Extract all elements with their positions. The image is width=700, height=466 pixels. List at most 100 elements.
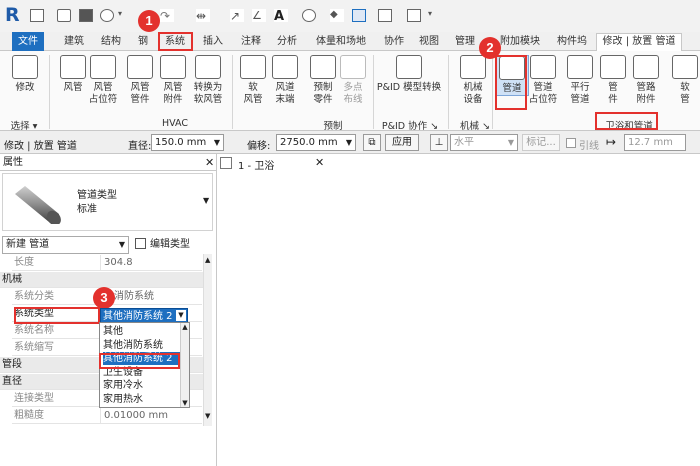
- pipe-accessory-icon: [633, 55, 659, 79]
- button-label-line1: 机械: [463, 82, 483, 93]
- offset-input[interactable]: 2750.0 mm ▼: [276, 134, 356, 151]
- revit-logo[interactable]: R: [5, 4, 25, 26]
- grid-icon[interactable]: [30, 9, 44, 22]
- dropdown-option[interactable]: 家用冷水: [103, 379, 181, 392]
- switch-window-icon[interactable]: [407, 9, 421, 22]
- pipe-fitting-button[interactable]: 管件: [596, 55, 630, 106]
- dropdown-scrollbar[interactable]: ▲ ▼: [180, 323, 189, 407]
- offset-label: 偏移:: [247, 141, 271, 152]
- thin-lines-icon[interactable]: [352, 9, 366, 22]
- duct-accessory-button[interactable]: 风管 附件: [156, 55, 190, 106]
- dimension-icon[interactable]: ↗: [230, 9, 244, 23]
- button-label-line1: 预制: [313, 82, 333, 93]
- tab-8[interactable]: 体量和场地: [312, 34, 370, 50]
- scroll-up-icon[interactable]: ▲: [181, 323, 189, 331]
- customize-qat-icon[interactable]: ▾: [428, 9, 432, 18]
- callout-1: 1: [138, 10, 160, 32]
- apply-button[interactable]: 应用: [385, 134, 419, 151]
- convert-flex-duct-button[interactable]: 转换为 软风管: [191, 55, 225, 106]
- pid-convert-icon: [396, 55, 422, 79]
- align-value: 水平: [454, 137, 474, 148]
- property-key: 系统缩写: [14, 342, 54, 353]
- tab-14[interactable]: 修改 | 放置 管道: [596, 33, 682, 51]
- pipe-placeholder-icon: [530, 55, 556, 79]
- ribbon-tabs: 文件 建筑 结构钢系统 插入 注释 分析 体量和场地 协作 视图 管理 附加模块 构件坞 修改 | 放置…: [0, 32, 700, 51]
- tab-7[interactable]: 分析: [273, 34, 301, 50]
- duct-fitting-button[interactable]: 风管 管件: [123, 55, 157, 106]
- property-key: 管段: [2, 359, 22, 370]
- flex-duct-button[interactable]: 软风管: [236, 55, 270, 106]
- tab-12[interactable]: 附加模块: [497, 34, 543, 50]
- text-icon[interactable]: A: [274, 9, 288, 24]
- tab-10[interactable]: 视图: [415, 34, 443, 50]
- dropdown-option[interactable]: 其他消防系统: [103, 339, 181, 352]
- air-terminal-button[interactable]: 风道 末端: [268, 55, 302, 106]
- pipe-placeholder-button[interactable]: 管道 占位符: [526, 55, 560, 106]
- redo-icon[interactable]: ↷: [160, 9, 174, 23]
- tab-3[interactable]: 钢: [134, 34, 152, 50]
- section-icon[interactable]: ◆: [330, 9, 344, 22]
- type-selector[interactable]: 管道类型 标准 ▼: [2, 173, 213, 231]
- close-icon[interactable]: ✕: [315, 156, 324, 169]
- angle-icon[interactable]: ∠: [252, 9, 266, 22]
- lead-checkbox[interactable]: [566, 138, 576, 148]
- type-name: 管道类型: [77, 190, 117, 201]
- align-select[interactable]: 水平 ▼: [450, 134, 518, 151]
- tab-0[interactable]: 文件: [12, 32, 44, 51]
- system-type-select[interactable]: 其他消防系统 2 ▼: [100, 308, 188, 323]
- tab-6[interactable]: 注释: [237, 34, 265, 50]
- property-row[interactable]: 长度 304.8: [12, 255, 202, 271]
- scroll-down-icon[interactable]: ▼: [205, 412, 210, 420]
- close-hidden-icon[interactable]: [378, 9, 392, 22]
- button-label-line2: 管: [680, 94, 690, 105]
- plumbing-panel-highlight: [595, 112, 658, 130]
- button-label-line1: 风管: [130, 82, 150, 93]
- chevron-down-icon[interactable]: ▾: [118, 9, 122, 18]
- tab-2[interactable]: 结构: [97, 34, 125, 50]
- dropdown-option[interactable]: 家用热水: [103, 393, 181, 406]
- pipe-accessory-button[interactable]: 管路 附件: [629, 55, 663, 106]
- multipoint-routing-button[interactable]: 多点 布线: [336, 55, 370, 106]
- parallel-pipes-button[interactable]: 平行 管道: [563, 55, 597, 106]
- mechanical-equipment-button[interactable]: 机械 设备: [456, 55, 490, 106]
- flex-pipe-button[interactable]: 软管: [668, 55, 700, 106]
- open-icon[interactable]: [57, 9, 71, 22]
- callout-3: 3: [93, 287, 115, 309]
- panel-label-2: 预制: [323, 121, 343, 132]
- fabrication-part-button[interactable]: 预制 零件: [306, 55, 340, 106]
- tab-13[interactable]: 构件坞: [553, 34, 591, 50]
- panel-label-1: HVAC: [162, 118, 188, 129]
- 3d-view-icon[interactable]: [302, 9, 316, 22]
- tab-11[interactable]: 管理: [451, 34, 479, 50]
- multipoint-routing-icon: [340, 55, 366, 79]
- measure-icon[interactable]: ⇹: [196, 9, 210, 23]
- edit-type-button[interactable]: 编辑类型: [135, 236, 213, 254]
- lock-icon[interactable]: ⧉: [363, 134, 381, 151]
- sync-icon[interactable]: [100, 9, 114, 22]
- scroll-up-icon[interactable]: ▲: [205, 256, 210, 264]
- scroll-down-icon[interactable]: ▼: [181, 399, 189, 407]
- close-icon[interactable]: ✕: [205, 154, 214, 171]
- instance-filter-select[interactable]: 新建 管道 ▼: [2, 236, 129, 254]
- diameter-select[interactable]: 150.0 mm ▼: [151, 134, 224, 151]
- property-row[interactable]: 粗糙度 0.01000 mm: [12, 408, 202, 424]
- diameter-value: 150.0 mm: [155, 137, 207, 148]
- length-input[interactable]: 12.7 mm: [624, 134, 686, 151]
- chevron-down-icon: ▼: [203, 196, 210, 205]
- pid-convert-button[interactable]: P&ID 模型转换: [374, 55, 444, 94]
- save-icon[interactable]: [79, 9, 93, 22]
- tab-9[interactable]: 协作: [380, 34, 408, 50]
- duct-placeholder-button[interactable]: 风管 占位符: [86, 55, 120, 106]
- panel-label-0[interactable]: 选择 ▾: [4, 118, 44, 132]
- chevron-down-icon: ▼: [507, 138, 514, 147]
- dropdown-option[interactable]: 其他: [103, 325, 181, 338]
- duct-button[interactable]: 风管: [56, 55, 90, 94]
- tab-5[interactable]: 插入: [199, 34, 227, 50]
- align-icon[interactable]: ⊥: [430, 134, 448, 151]
- property-key: 系统分类: [14, 291, 54, 302]
- modify-button[interactable]: 修改: [8, 55, 42, 94]
- tag-button[interactable]: 标记...: [522, 134, 560, 151]
- view-tab[interactable]: 1 - 卫浴 ✕: [220, 155, 340, 173]
- tab-1[interactable]: 建筑: [60, 34, 88, 50]
- property-row[interactable]: 机械: [0, 272, 203, 288]
